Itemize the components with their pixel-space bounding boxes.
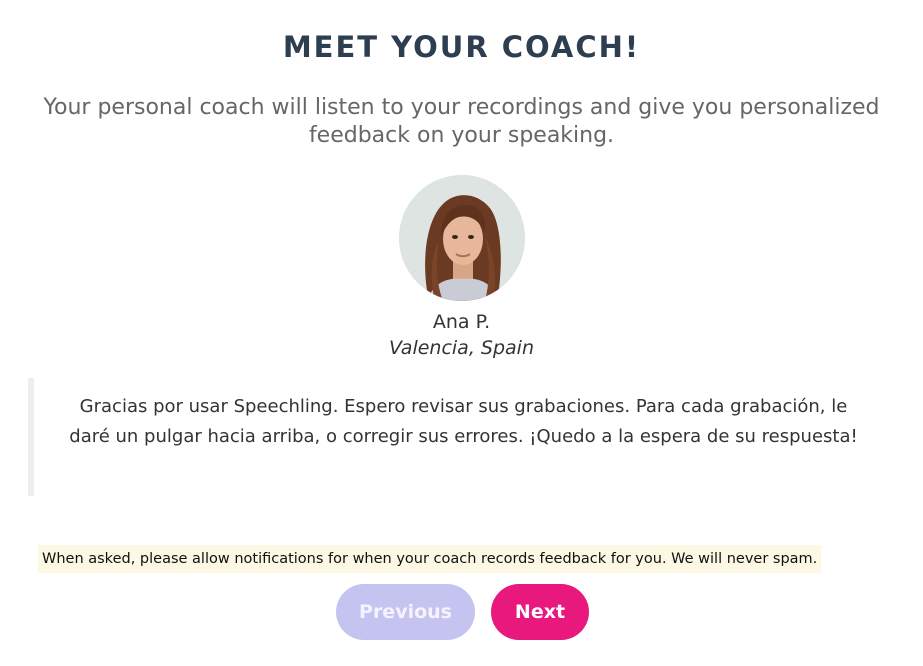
- coach-message-blockquote: Gracias por usar Speechling. Espero revi…: [28, 378, 893, 496]
- coach-avatar: [399, 175, 525, 301]
- coach-avatar-illustration: [399, 175, 525, 301]
- coach-intro-page: MEET YOUR COACH! Your personal coach wil…: [0, 0, 923, 666]
- notification-notice: When asked, please allow notifications f…: [38, 545, 822, 573]
- next-button[interactable]: Next: [491, 584, 589, 640]
- page-subtitle: Your personal coach will listen to your …: [43, 95, 880, 148]
- coach-location: Valencia, Spain: [389, 337, 534, 359]
- coach-name: Ana P.: [432, 311, 491, 333]
- previous-button[interactable]: Previous: [336, 584, 475, 640]
- page-title: MEET YOUR COACH!: [282, 30, 641, 64]
- coach-message: Gracias por usar Speechling. Espero revi…: [69, 396, 858, 447]
